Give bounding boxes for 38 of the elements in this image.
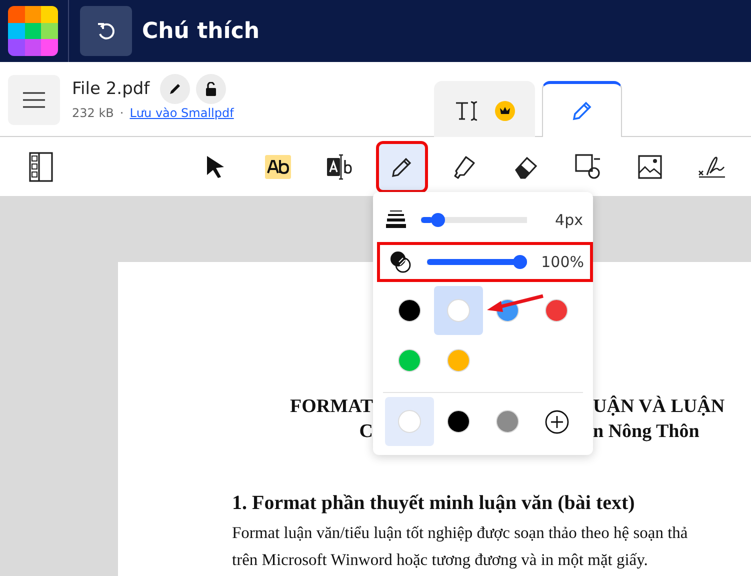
opacity-icon (389, 250, 413, 274)
sidebar-panel-icon (29, 152, 53, 182)
recent-color-swatch[interactable] (385, 397, 434, 446)
file-size: 232 kB (72, 106, 114, 120)
document-title: C (359, 420, 373, 444)
unlock-icon (204, 82, 218, 96)
paragraph-line: trên Microsoft Winword hoặc tương đương và in một mặt giấy. (232, 549, 648, 571)
highlighter-icon (451, 154, 477, 180)
pencil-tool[interactable] (379, 144, 425, 190)
signature-icon (698, 154, 726, 178)
menu-icon (23, 91, 45, 109)
text-mode-tab[interactable] (434, 81, 535, 137)
thickness-value: 4px (554, 211, 583, 229)
draw-mode-tab[interactable] (542, 81, 622, 137)
save-link[interactable]: Lưu vào Smallpdf (130, 106, 234, 120)
menu-button[interactable] (8, 75, 60, 125)
document-title: UẬN VÀ LUẬN (593, 394, 725, 419)
lock-button[interactable] (196, 74, 226, 104)
eraser-icon (513, 154, 539, 178)
back-button[interactable] (80, 6, 132, 56)
line-thickness-icon (385, 210, 407, 230)
paragraph-line: Format luận văn/tiểu luận tốt nghiệp được soạn thảo theo hệ soạn thả (232, 522, 688, 544)
plus-circle-icon (544, 410, 568, 434)
pencil-icon (168, 82, 182, 96)
app-logo-icon[interactable] (8, 6, 58, 56)
opacity-value: 100% (541, 253, 584, 271)
document-title: FORMAT (290, 395, 373, 419)
file-name: File 2.pdf (72, 79, 150, 99)
image-icon (638, 154, 662, 178)
section-heading: 1. Format phần thuyết minh luận văn (bài text) (232, 492, 636, 515)
shapes-icon (575, 154, 601, 180)
color-swatch[interactable] (434, 286, 483, 335)
separator: · (120, 106, 124, 120)
highlighted-text-icon (265, 154, 291, 178)
window-title: Chú thích (142, 18, 260, 44)
text-box-icon (326, 154, 354, 180)
document-title: n Nông Thôn (593, 420, 700, 444)
rename-button[interactable] (160, 74, 190, 104)
